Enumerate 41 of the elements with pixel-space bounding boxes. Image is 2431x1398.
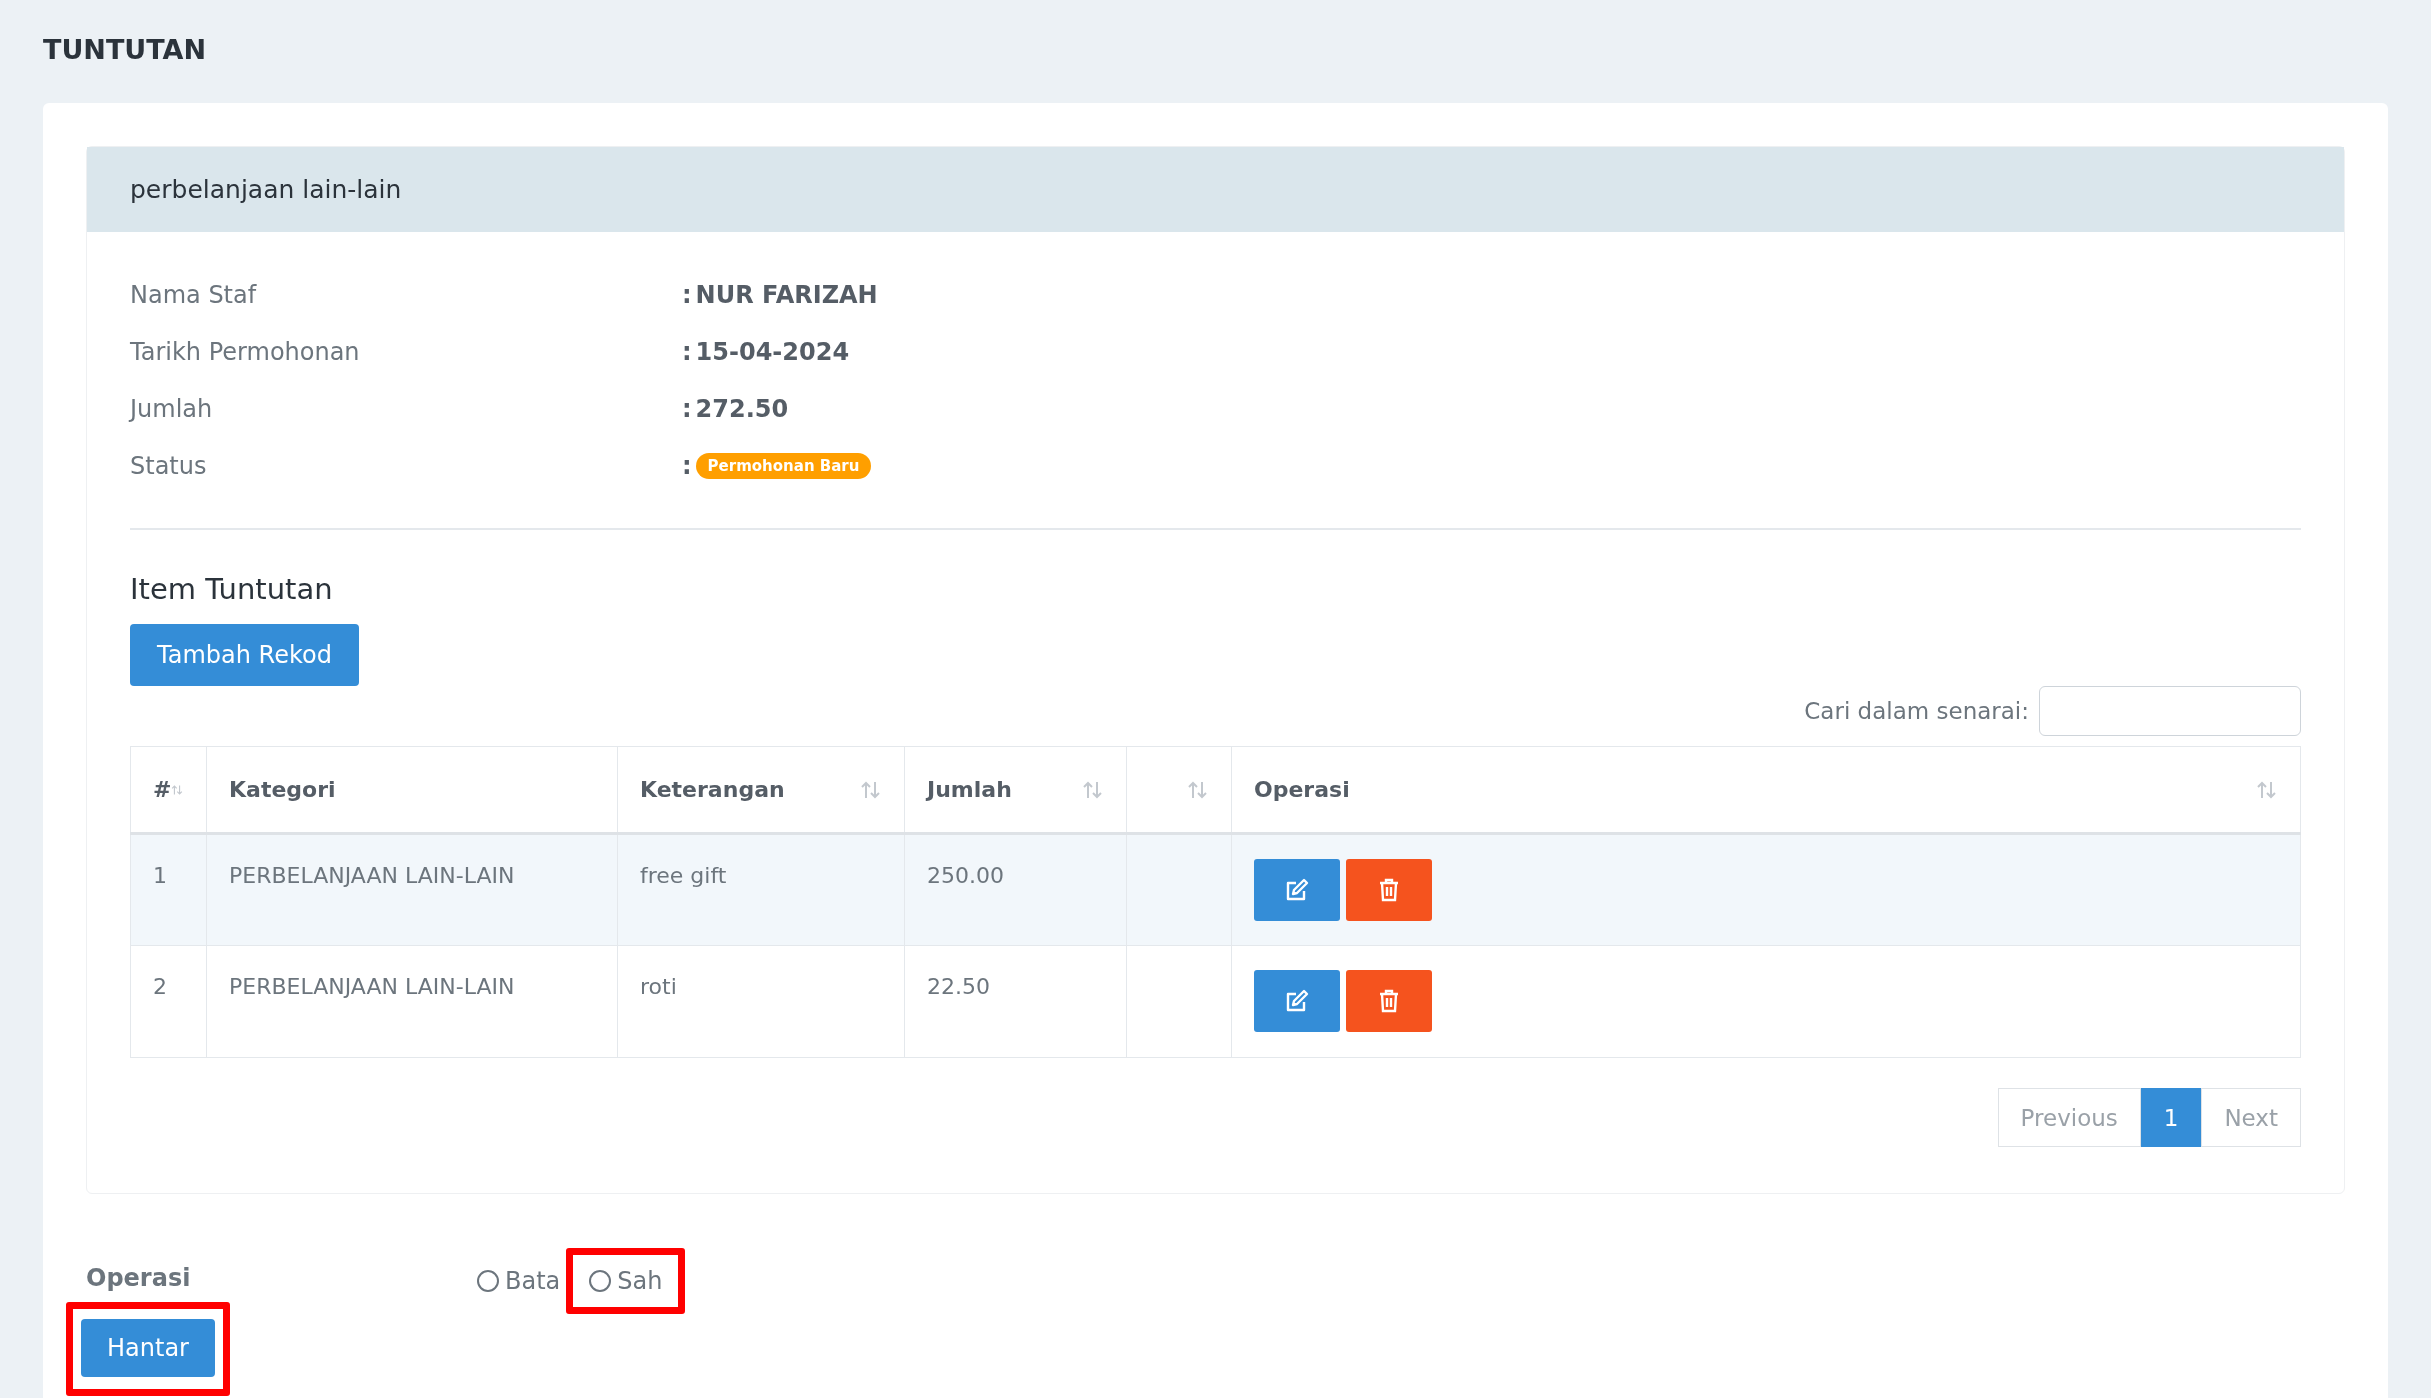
detail-value: NUR FARIZAH	[695, 280, 878, 309]
detail-value: 272.50	[695, 394, 789, 423]
next-button[interactable]: Next	[2201, 1088, 2301, 1147]
table-cell: 1	[130, 833, 207, 946]
separator: :	[682, 394, 692, 423]
page-title: TUNTUTAN	[43, 34, 208, 65]
search-field[interactable]	[2039, 686, 2301, 736]
table-cell: 22.50	[904, 945, 1127, 1058]
separator: :	[682, 280, 692, 309]
table-cell: 250.00	[904, 833, 1127, 946]
page-button[interactable]: 1	[2140, 1088, 2202, 1147]
add-record-button[interactable]: Tambah Rekod	[130, 624, 359, 686]
table-cell: 2	[130, 945, 207, 1058]
detail-value: 15-04-2024	[695, 337, 850, 366]
submit-button[interactable]: Hantar	[81, 1319, 215, 1377]
delete-button[interactable]	[1346, 859, 1432, 921]
edit-icon	[1284, 988, 1310, 1014]
previous-button[interactable]: Previous	[1997, 1088, 2141, 1147]
table-cell: PERBELANJAAN LAIN-LAIN	[206, 833, 618, 946]
trash-icon	[1378, 988, 1400, 1014]
radio-option[interactable]: Sah	[583, 1263, 669, 1299]
table-cell: PERBELANJAAN LAIN-LAIN	[206, 945, 618, 1058]
trash-icon	[1378, 877, 1400, 903]
detail-label: Status	[130, 451, 208, 480]
edit-icon	[1284, 877, 1310, 903]
edit-button[interactable]	[1254, 970, 1340, 1032]
separator: :	[682, 451, 692, 480]
operation-label: Operasi	[86, 1263, 192, 1294]
detail-label: Nama Staf	[130, 280, 258, 309]
detail-label: Tarikh Permohonan	[130, 337, 361, 366]
section-title: Item Tuntutan	[130, 572, 334, 606]
search-label: Cari dalam senarai:	[1804, 698, 2029, 724]
detail-label: Jumlah	[130, 394, 214, 423]
status-badge: Permohonan Baru	[695, 452, 872, 479]
table-cell: free gift	[617, 833, 905, 946]
delete-button[interactable]	[1346, 970, 1432, 1032]
separator: :	[682, 337, 692, 366]
table-cell: roti	[617, 945, 905, 1058]
radio-option[interactable]: Bata	[471, 1263, 567, 1299]
edit-button[interactable]	[1254, 859, 1340, 921]
panel-title: perbelanjaan lain-lain	[87, 147, 2344, 232]
